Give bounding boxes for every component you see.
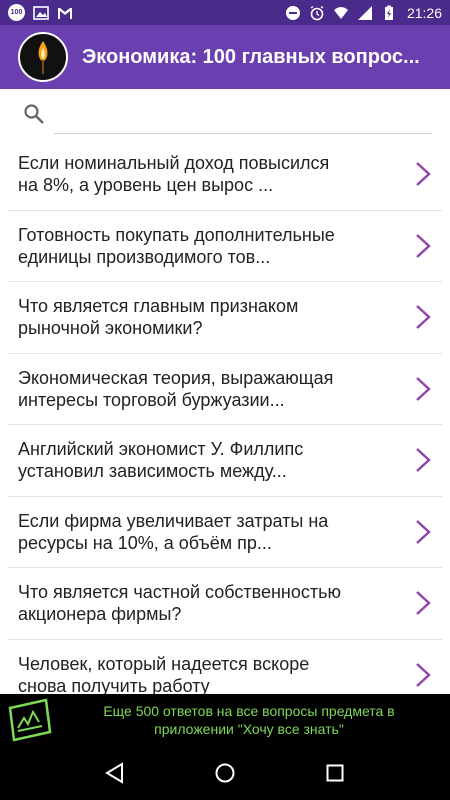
list-item[interactable]: Готовность покупать дополнительные едини…: [8, 211, 442, 282]
gmail-icon: [58, 7, 72, 19]
list-item[interactable]: Экономическая теория, выражающая интерес…: [8, 354, 442, 425]
question-text: Что является частной собственностью акци…: [18, 582, 341, 625]
wifi-icon: [333, 6, 348, 19]
do-not-disturb-icon: [285, 5, 300, 20]
app-title: Экономика: 100 главных вопрос...: [82, 45, 420, 68]
list-item[interactable]: Если номинальный доход повысился на 8%, …: [8, 139, 442, 211]
question-text: Что является главным признаком рыночной …: [18, 296, 299, 339]
list-item[interactable]: Что является главным признаком рыночной …: [8, 282, 442, 354]
image-icon: [33, 5, 49, 20]
list-item[interactable]: Человек, который надеется вскоре снова п…: [8, 640, 442, 694]
question-text: Готовность покупать дополнительные едини…: [18, 224, 335, 267]
search-input[interactable]: [54, 94, 432, 134]
question-text: Если фирма увеличивает затраты на ресурс…: [18, 510, 329, 553]
list-item[interactable]: Если фирма увеличивает затраты на ресурс…: [8, 497, 442, 568]
notification-100-icon: 100: [8, 4, 25, 21]
status-time: 21:26: [406, 4, 442, 21]
question-text: Экономическая теория, выражающая интерес…: [18, 367, 334, 410]
question-text: Человек, который надеется вскоре снова п…: [18, 653, 310, 694]
list-item[interactable]: Что является частной собственностью акци…: [8, 568, 442, 640]
question-text: Если номинальный доход повысился на 8%, …: [18, 153, 330, 196]
chevron-right-icon: [416, 162, 431, 187]
question-text: Английский экономист У. Филлипс установи…: [18, 439, 304, 482]
search-icon[interactable]: [22, 102, 46, 126]
question-list: Если номинальный доход повысился на 8%, …: [0, 139, 450, 694]
chevron-right-icon: [416, 448, 431, 473]
recents-icon[interactable]: [323, 761, 347, 785]
ad-app-icon: [0, 694, 58, 746]
chevron-right-icon: [416, 519, 431, 544]
candle-flame-icon: [18, 32, 68, 82]
signal-icon: [357, 5, 372, 20]
chevron-right-icon: [416, 305, 431, 330]
ad-text: Еще 500 ответов на все вопросы предмета …: [103, 703, 395, 737]
list-item[interactable]: Английский экономист У. Филлипс установи…: [8, 425, 442, 497]
chevron-right-icon: [416, 591, 431, 616]
back-icon[interactable]: [103, 761, 127, 785]
alarm-icon: [310, 5, 324, 20]
search-bar: [0, 89, 450, 139]
chevron-right-icon: [416, 662, 431, 687]
navigation-bar: [0, 746, 450, 800]
chevron-right-icon: [416, 233, 431, 258]
home-icon[interactable]: [213, 761, 237, 785]
ad-banner[interactable]: Еще 500 ответов на все вопросы предмета …: [0, 694, 450, 746]
status-bar: 100 21:26: [0, 0, 450, 25]
battery-charging-icon: [384, 5, 393, 20]
chevron-right-icon: [416, 376, 431, 401]
app-bar: Экономика: 100 главных вопрос...: [0, 25, 450, 89]
